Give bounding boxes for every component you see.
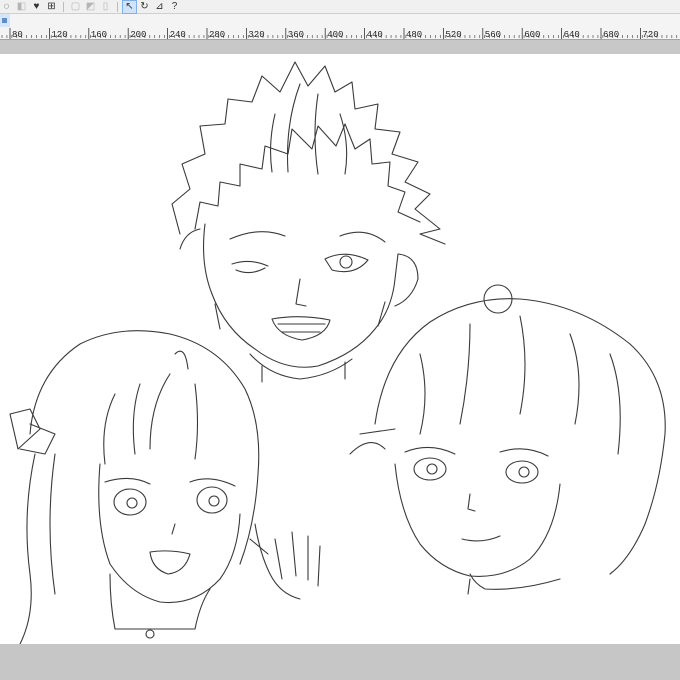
ruler-label: 640 (564, 30, 580, 40)
blank-icon[interactable]: ▢ (69, 1, 82, 13)
ruler-label: 120 (51, 30, 67, 40)
sketch-spiky-hair-character (171, 61, 446, 383)
sketch-short-hair-character (349, 284, 666, 595)
ruler-label: 200 (130, 30, 146, 40)
ruler-tool-icon[interactable]: ◩ (84, 1, 97, 13)
ruler-label: 480 (406, 30, 422, 40)
help-icon[interactable]: ? (168, 1, 181, 13)
select-icon[interactable]: ↖ (122, 0, 137, 14)
fill-icon[interactable]: ♥ (30, 1, 43, 13)
drawing-canvas[interactable] (0, 54, 680, 645)
shape-icon[interactable]: ◧ (15, 1, 28, 13)
status-bar (0, 644, 680, 680)
toolbar: ◌ ◧ ♥ ⊞ ▢ ◩ ▯ ↖ ↻ ⊿? (0, 0, 680, 14)
ruler-label: 520 (445, 30, 461, 40)
page-icon[interactable]: ▯ (99, 1, 112, 13)
ruler-label: 440 (367, 30, 383, 40)
ruler-label: 160 (91, 30, 107, 40)
toolbar-separator (63, 1, 64, 12)
ruler-label: 240 (170, 30, 186, 40)
lasso-icon[interactable]: ◌ (0, 1, 13, 13)
text-tool-icon[interactable]: ⊿ (153, 1, 166, 13)
ruler-label: 600 (524, 30, 540, 40)
ruler-label: 360 (288, 30, 304, 40)
ruler-label: 720 (642, 30, 658, 40)
ruler-label: 560 (485, 30, 501, 40)
ruler-corner-icon[interactable] (0, 14, 10, 27)
toolbar-separator (117, 1, 118, 12)
sketch-girl-character (9, 330, 321, 645)
ruler-label: 80 (12, 30, 23, 40)
ruler-label: 280 (209, 30, 225, 40)
grid-icon[interactable]: ⊞ (45, 1, 58, 13)
horizontal-ruler: 80 120 160 200 240 280 320 360 400 440 480 520 560 60… (0, 28, 680, 40)
ruler-label: 320 (248, 30, 264, 40)
rotate-icon[interactable]: ↻ (138, 1, 151, 13)
ruler-label: 400 (327, 30, 343, 40)
canvas-margin (0, 40, 680, 54)
ruler-row: 80 120 160 200 240 280 320 360 400 440 480 520 560 60… (0, 14, 680, 40)
ruler-label: 680 (603, 30, 619, 40)
